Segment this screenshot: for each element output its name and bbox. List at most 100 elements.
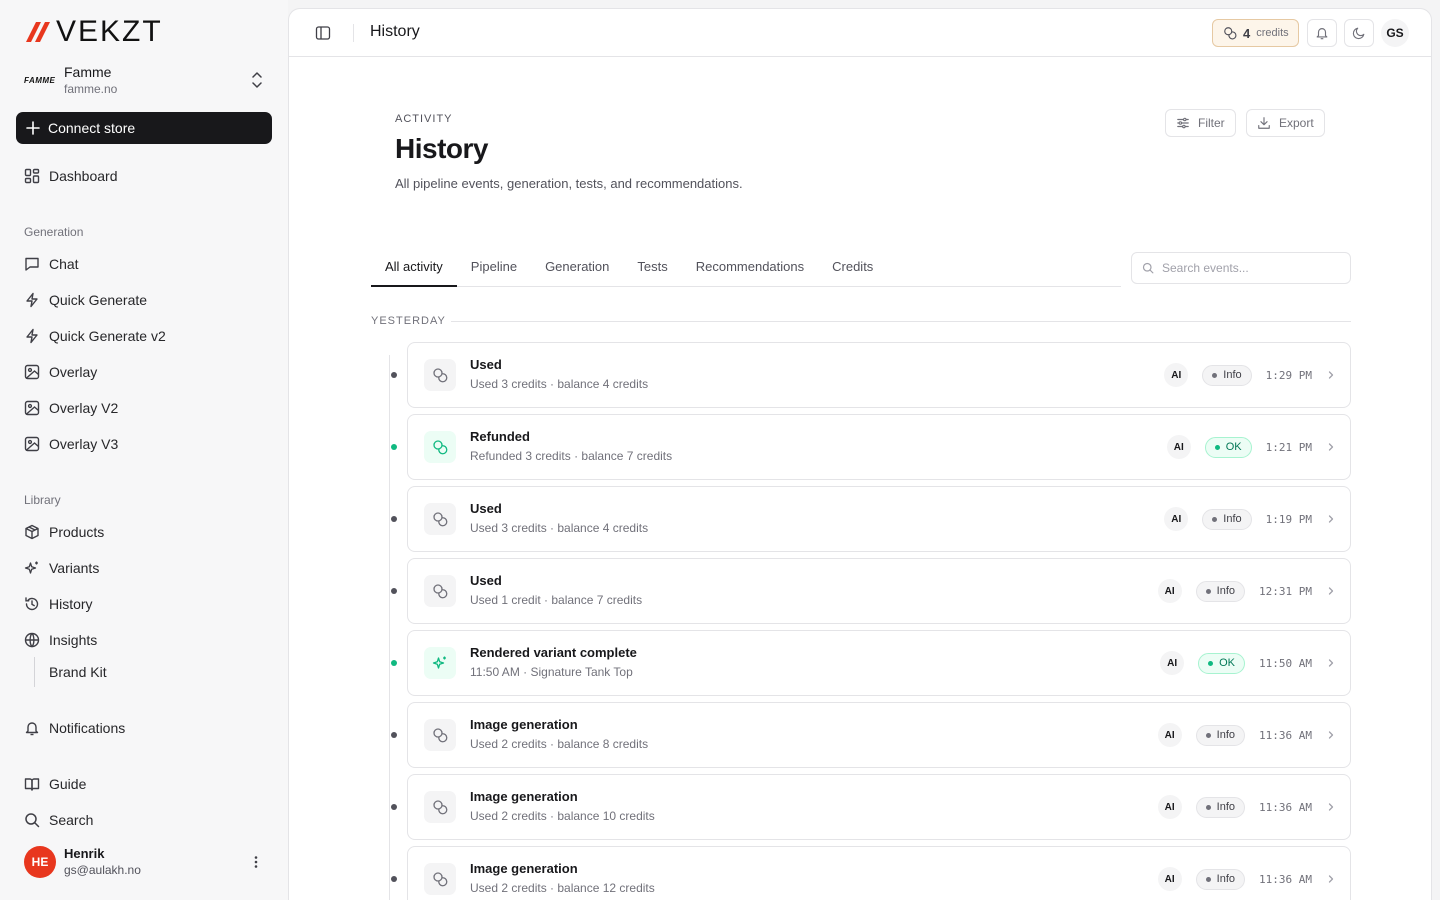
- notifications-button[interactable]: [1307, 19, 1337, 47]
- sidebar-item-label: Overlay V2: [49, 400, 119, 416]
- sidebar-toggle-icon[interactable]: [315, 25, 331, 41]
- ai-badge: AI: [1157, 579, 1182, 603]
- day-label: YESTERDAY: [371, 315, 446, 327]
- event-row[interactable]: Used Used 3 credits · balance 4 credits …: [391, 486, 1351, 552]
- chevron-right-icon: [1328, 875, 1334, 883]
- more-vertical-icon[interactable]: [248, 854, 264, 870]
- plus-icon: [26, 121, 40, 135]
- bell-icon: [1316, 28, 1328, 40]
- user-menu[interactable]: HE Henrik gs@aulakh.no: [24, 844, 272, 880]
- image-icon: [24, 364, 40, 380]
- search-icon: [25, 813, 40, 828]
- sidebar-item-products[interactable]: Products: [16, 516, 272, 548]
- tab-tests[interactable]: Tests: [623, 249, 681, 287]
- sidebar: VEKZT FAMME Famme famme.no Connect store…: [0, 0, 288, 900]
- sidebar-item-quick-generate[interactable]: Quick Generate: [16, 284, 272, 316]
- status-badge: Info: [1195, 580, 1246, 602]
- credits-button[interactable]: 4 credits: [1212, 19, 1299, 47]
- tab-generation[interactable]: Generation: [531, 249, 623, 287]
- sidebar-item-insights[interactable]: Insights: [16, 624, 272, 656]
- sidebar-item-guide[interactable]: Guide: [16, 768, 272, 800]
- sparkles-icon: [432, 656, 446, 669]
- coins-icon: [433, 440, 448, 455]
- chevron-right-icon: [1328, 443, 1334, 451]
- chat-icon: [25, 257, 39, 271]
- day-divider: [451, 321, 1351, 322]
- store-domain: famme.no: [64, 81, 118, 96]
- event-time: 1:19 PM: [1265, 512, 1312, 526]
- section-label-library: Library: [24, 493, 61, 507]
- globe-icon: [24, 632, 40, 648]
- sidebar-item-variants[interactable]: Variants: [16, 552, 272, 584]
- sidebar-item-brand-kit[interactable]: Brand Kit: [49, 664, 107, 680]
- event-icon-wrapper: [424, 359, 456, 391]
- account-avatar[interactable]: GS: [1381, 19, 1409, 47]
- sidebar-item-overlay-v2[interactable]: Overlay V2: [16, 392, 272, 424]
- theme-toggle-button[interactable]: [1344, 19, 1374, 47]
- store-logo: FAMME: [24, 75, 56, 85]
- activity-tabs: All activity Pipeline Generation Tests R…: [371, 249, 1121, 287]
- sidebar-item-label: Quick Generate: [49, 292, 148, 308]
- sidebar-item-quick-generate-v2[interactable]: Quick Generate v2: [16, 320, 272, 352]
- sidebar-item-chat[interactable]: Chat: [16, 248, 272, 280]
- sidebar-item-notifications[interactable]: Notifications: [16, 712, 272, 744]
- search-events-input[interactable]: [1162, 261, 1342, 275]
- event-title: Refunded: [470, 429, 530, 444]
- status-badge: Info: [1195, 868, 1246, 890]
- brand-mark-icon: [26, 22, 50, 42]
- timeline-line: [389, 355, 390, 900]
- event-row[interactable]: Image generation Used 2 credits · balanc…: [391, 846, 1351, 900]
- sidebar-item-label: Notifications: [49, 720, 126, 736]
- user-name: Henrik: [64, 846, 105, 861]
- sparkles-icon: [24, 561, 38, 574]
- event-row[interactable]: Rendered variant complete 11:50 AM · Sig…: [391, 630, 1351, 696]
- moon-icon: [1352, 27, 1365, 40]
- event-time: 1:29 PM: [1265, 368, 1312, 382]
- store-switcher[interactable]: FAMME Famme famme.no: [24, 62, 270, 98]
- status-badge: OK: [1204, 436, 1252, 458]
- tab-all-activity[interactable]: All activity: [371, 249, 457, 287]
- status-text: Info: [1216, 729, 1236, 741]
- event-subtitle: Used 2 credits · balance 10 credits: [470, 809, 655, 823]
- chevron-right-icon: [1328, 659, 1334, 667]
- event-time: 11:50 AM: [1259, 656, 1312, 670]
- sidebar-item-search[interactable]: Search: [16, 804, 272, 836]
- divider: [353, 24, 354, 42]
- brand-name: VEKZT: [56, 15, 163, 48]
- event-row[interactable]: Used Used 1 credit · balance 7 credits A…: [391, 558, 1351, 624]
- event-row[interactable]: Refunded Refunded 3 credits · balance 7 …: [391, 414, 1351, 480]
- submenu-line: [34, 657, 35, 687]
- connect-store-button[interactable]: Connect store: [16, 112, 272, 144]
- filter-button[interactable]: Filter: [1165, 109, 1236, 137]
- brand-logo[interactable]: VEKZT: [24, 17, 163, 47]
- sidebar-item-label: History: [49, 596, 93, 612]
- sidebar-item-overlay[interactable]: Overlay: [16, 356, 272, 388]
- coins-icon: [433, 800, 448, 815]
- timeline-dot: [391, 804, 397, 810]
- sidebar-item-label: Variants: [49, 560, 100, 576]
- top-bar: History 4 credits GS: [289, 9, 1431, 57]
- ai-badge: AI: [1166, 435, 1191, 459]
- coins-icon: [1224, 27, 1237, 40]
- event-row[interactable]: Image generation Used 2 credits · balanc…: [391, 702, 1351, 768]
- tab-pipeline[interactable]: Pipeline: [457, 249, 531, 287]
- export-button[interactable]: Export: [1246, 109, 1325, 137]
- status-dot: [1205, 732, 1211, 738]
- event-icon-wrapper: [424, 863, 456, 895]
- status-text: Info: [1223, 513, 1242, 525]
- download-icon: [1258, 117, 1270, 129]
- status-badge: Info: [1195, 796, 1246, 818]
- sidebar-item-overlay-v3[interactable]: Overlay V3: [16, 428, 272, 460]
- event-row[interactable]: Used Used 3 credits · balance 4 credits …: [391, 342, 1351, 408]
- ai-badge: AI: [1157, 795, 1182, 819]
- event-row[interactable]: Image generation Used 2 credits · balanc…: [391, 774, 1351, 840]
- sidebar-item-history[interactable]: History: [16, 588, 272, 620]
- event-time: 11:36 AM: [1259, 800, 1312, 814]
- tab-recommendations[interactable]: Recommendations: [682, 249, 818, 287]
- tab-credits[interactable]: Credits: [818, 249, 887, 287]
- status-dot: [1208, 660, 1214, 666]
- event-subtitle: 11:50 AM · Signature Tank Top: [470, 665, 633, 679]
- search-icon: [1142, 262, 1154, 274]
- page-title: History: [395, 133, 488, 164]
- sidebar-item-dashboard[interactable]: Dashboard: [16, 160, 272, 192]
